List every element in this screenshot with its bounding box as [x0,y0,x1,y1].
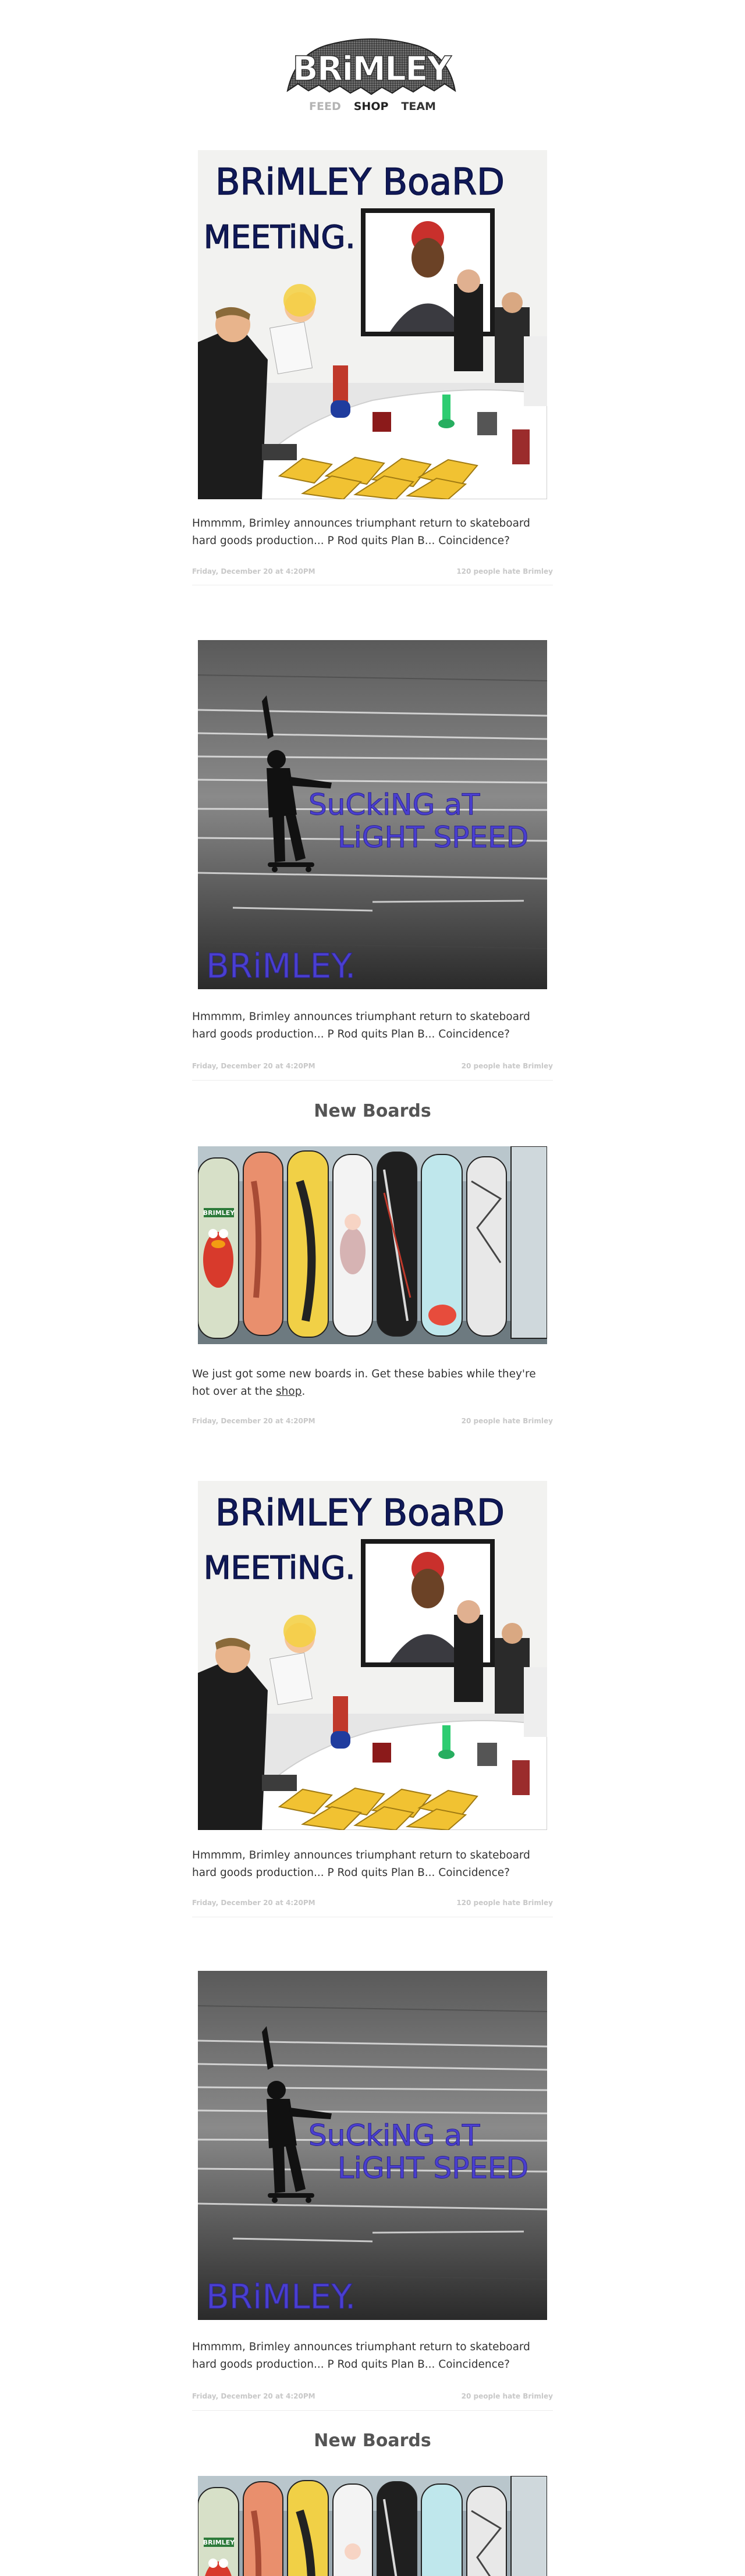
image-brand: BRiMLEY. [206,2277,356,2316]
post-text-end: . [301,1385,306,1398]
post-meta: Friday, December 20 at 4:20PM 120 people… [192,566,553,577]
new-boards-image[interactable]: BRIMLEY [198,1146,547,1344]
post-date: Friday, December 20 at 4:20PM [192,2392,315,2400]
board-meeting-image[interactable]: BRiMLEY BoaRD MEETiNG. [198,1481,547,1830]
hate-count[interactable]: 20 people hate Brimley [462,1060,553,1072]
image-caption-line2: LiGHT SPEED [338,820,528,854]
post-date: Friday, December 20 at 4:20PM [192,1062,315,1070]
post-date: Friday, December 20 at 4:20PM [192,1899,315,1907]
post-divider [192,1080,553,1081]
image-caption-line1: SuCkiNG aT [308,788,480,822]
hate-count[interactable]: 120 people hate Brimley [456,566,553,577]
post-meta: Friday, December 20 at 4:20PM 20 people … [192,1060,553,1072]
image-caption-line1: SuCkiNG aT [308,2119,480,2152]
light-speed-image[interactable]: SuCkiNG aT LiGHT SPEED BRiMLEY. [198,1971,547,2320]
post-meta: Friday, December 20 at 4:20PM 20 people … [192,1415,553,1427]
nav-feed[interactable]: FEED [309,99,341,114]
hate-count[interactable]: 20 people hate Brimley [462,2390,553,2402]
new-boards-image[interactable]: BRIMLEY [198,2476,547,2576]
image-title-line1: BRiMLEY BoaRD [215,161,505,203]
board-label: BRIMLEY [203,1209,235,1217]
post-text: Hmmmm, Brimley announces triumphant retu… [192,517,530,547]
image-caption-line2: LiGHT SPEED [338,2151,528,2185]
board-meeting-image[interactable]: BRiMLEY BoaRD MEETiNG. [198,150,547,499]
post-date: Friday, December 20 at 4:20PM [192,567,315,575]
image-title-line2: MEETiNG. [204,219,356,255]
post-meta: Friday, December 20 at 4:20PM 20 people … [192,2390,553,2402]
post-text: We just got some new boards in. Get thes… [192,1366,541,1401]
shop-link[interactable]: shop [276,1385,301,1398]
logo-text: BRiMLEY [292,49,452,88]
image-brand: BRiMLEY. [206,946,356,986]
section-heading: New Boards [314,1101,431,1121]
section-heading: New Boards [314,2431,431,2451]
nav-shop[interactable]: SHOP [354,99,389,114]
post-text: Hmmmm, Brimley announces triumphant retu… [192,1010,530,1040]
light-speed-image[interactable]: SuCkiNG aT LiGHT SPEED BRiMLEY. [198,640,547,989]
image-title-line1: BRiMLEY BoaRD [215,1491,505,1534]
post-text: Hmmmm, Brimley announces triumphant retu… [192,2340,530,2371]
post-divider [192,2410,553,2411]
hate-count[interactable]: 20 people hate Brimley [462,1415,553,1427]
board-label: BRIMLEY [203,2539,235,2546]
main-nav: FEED SHOP TEAM [308,99,437,114]
post-date: Friday, December 20 at 4:20PM [192,1417,315,1425]
nav-team[interactable]: TEAM [401,99,436,114]
site-header: BRiMLEY FEED SHOP TEAM [0,0,745,128]
hate-count[interactable]: 120 people hate Brimley [456,1897,553,1909]
brimley-logo[interactable]: BRiMLEY [284,35,459,99]
post-text-body: We just got some new boards in. Get thes… [192,1367,536,1398]
post-text: Hmmmm, Brimley announces triumphant retu… [192,1849,530,1879]
image-title-line2: MEETiNG. [204,1550,356,1586]
post-meta: Friday, December 20 at 4:20PM 120 people… [192,1897,553,1909]
